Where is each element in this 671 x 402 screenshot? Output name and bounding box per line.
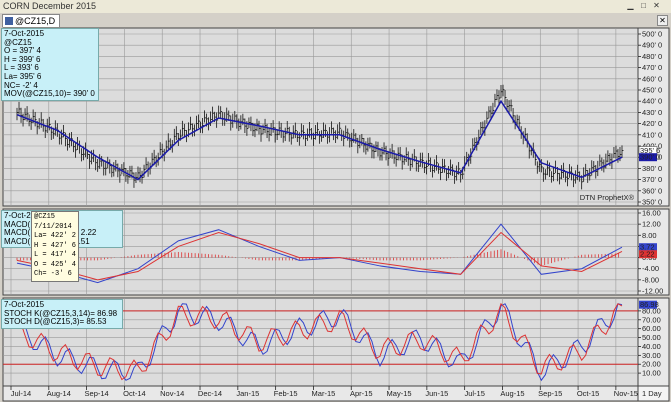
price-tick-label: 450' 0 (642, 86, 662, 95)
price-legend[interactable]: 7-Oct-2015 @CZ15 O = 397' 4 H = 399' 6 L… (1, 28, 99, 101)
x-axis-label: Dec-14 (198, 389, 222, 398)
price-tick-label: 360' 0 (642, 186, 662, 195)
x-axis-label: Sep-14 (85, 389, 109, 398)
tooltip-last: La= 422' 2 (34, 232, 77, 240)
price-tick-label: 440' 0 (642, 97, 662, 106)
macd-tag2-text: 2.22 (640, 250, 655, 259)
price-tick-label: 430' 0 (642, 108, 662, 117)
macd-tick-label: -4.00 (642, 264, 659, 273)
x-axis-label: Jul-14 (11, 389, 31, 398)
price-tick-label: 480' 0 (642, 52, 662, 61)
x-axis-label: Feb-15 (274, 389, 298, 398)
tooltip-high: H = 427' 6 (34, 241, 77, 250)
stoch-tag-text: 86.98 (640, 300, 659, 309)
period-selector-label: 1 Day (642, 389, 662, 398)
x-axis-label: Oct-14 (123, 389, 146, 398)
macd-tick-label: 16.00 (642, 209, 661, 218)
stoch-tick-label: 60.00 (642, 324, 661, 333)
tooltip-open: O = 425' 4 (34, 260, 77, 269)
stoch-tick-label: 10.00 (642, 369, 661, 378)
tooltip-low: L = 417' 4 (34, 251, 77, 259)
stoch-legend[interactable]: 7-Oct-2015 STOCH K(@CZ15,3,14)= 86.98 ST… (1, 299, 123, 329)
chart-window: CORN December 2015 ▁ □ ✕ @CZ15,D ✕ 500' … (0, 0, 671, 402)
x-axis-label: Jul-15 (464, 389, 484, 398)
macd-tick-label: -8.00 (642, 275, 659, 284)
tooltip-symbol: @CZ15 (34, 213, 56, 221)
x-axis-label: Mar-15 (312, 389, 336, 398)
stoch-legend-d: STOCH D(@CZ15,3)= 85.53 (4, 317, 107, 327)
watermark: DTN ProphetX® (580, 193, 635, 202)
x-axis-label: Nov-15 (614, 389, 638, 398)
price-tick-label: 420' 0 (642, 119, 662, 128)
x-axis-label: Jan-15 (236, 389, 259, 398)
price-tick-label: 410' 0 (642, 130, 662, 139)
stoch-tick-label: 30.00 (642, 351, 661, 360)
macd-tick-label: 8.00 (642, 231, 657, 240)
x-axis-label: Apr-15 (350, 389, 373, 398)
x-axis-label: Aug-15 (500, 389, 524, 398)
macd-tick-label: 12.00 (642, 220, 661, 229)
price-tick-label: 380' 0 (642, 164, 662, 173)
stoch-tick-label: 70.00 (642, 315, 661, 324)
x-axis-label: Aug-14 (47, 389, 71, 398)
price-tick-label: 370' 0 (642, 175, 662, 184)
macd-tick-label: -12.00 (642, 287, 663, 296)
stoch-tick-label: 40.00 (642, 342, 661, 351)
price-tick-label: 500' 0 (642, 30, 662, 39)
price-legend-mov: MOV(@CZ15,10)= 390' 0 (4, 89, 95, 99)
stoch-tick-label: 20.00 (642, 360, 661, 369)
stoch-tick-label: 50.00 (642, 333, 661, 342)
price-tick-label: 460' 0 (642, 74, 662, 83)
x-axis-label: Jun-15 (425, 389, 448, 398)
tooltip-change: Ch= -3' 6 (34, 270, 72, 278)
mov-tag-text: 390' 0 (640, 153, 660, 162)
x-axis-label: May-15 (387, 389, 412, 398)
price-tick-label: 490' 0 (642, 41, 662, 50)
price-tick-label: 470' 0 (642, 63, 662, 72)
x-axis-label: Sep-15 (538, 389, 562, 398)
x-axis-label: Nov-14 (160, 389, 184, 398)
x-axis-label: Oct-15 (577, 389, 600, 398)
price-tick-label: 350' 0 (642, 198, 662, 207)
tooltip-date: 7/11/2014 (34, 222, 72, 231)
data-tooltip: @CZ15 7/11/2014 La= 422' 2 H = 427' 6 L … (31, 211, 79, 282)
chart-canvas: 500' 0 490' 0 480' 0 470' 0 460' 0 450' 0 440'… (0, 27, 671, 402)
